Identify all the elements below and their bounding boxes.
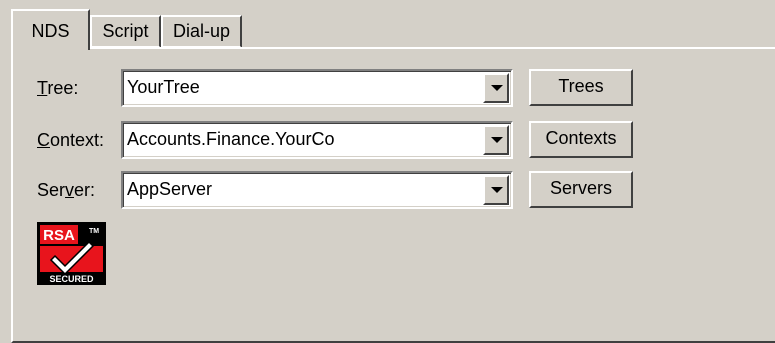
server-dropdown-button[interactable] [483,175,509,205]
context-label: Context: [37,130,105,150]
context-dropdown-button[interactable] [483,125,509,155]
tab-script-label: Script [102,21,149,41]
context-value: Accounts.Finance.YourCo [127,129,335,149]
logo-tm-text: TM [89,228,99,235]
servers-button[interactable]: Servers [529,171,633,208]
context-label-accelerator: C [37,130,50,150]
tab-nds[interactable]: NDS [11,9,90,50]
tab-script[interactable]: Script [90,15,161,48]
trees-button-label: Trees [558,76,604,96]
chevron-down-icon [491,137,503,143]
tree-label: Tree: [37,78,79,98]
tree-label-accelerator: T [37,78,48,98]
server-combobox[interactable]: AppServer [121,171,513,209]
chevron-down-icon [491,187,503,193]
server-label: Server: [37,180,96,200]
contexts-button-label: Contexts [545,128,617,148]
contexts-button[interactable]: Contexts [529,121,633,158]
servers-button-label: Servers [549,178,612,198]
tab-dial-up-label: Dial-up [172,21,231,41]
chevron-down-icon [491,85,503,91]
server-value: AppServer [127,179,213,199]
tree-combobox[interactable]: YourTree [121,69,513,107]
tab-nds-label: NDS [31,21,70,41]
trees-button[interactable]: Trees [529,69,633,106]
tab-dial-up[interactable]: Dial-up [161,15,242,48]
logo-caption-text: SECURED [49,274,94,284]
server-label-accelerator: v [65,180,75,200]
rsa-secured-logo: RSA TM SECURED [37,222,106,285]
nds-properties-dialog: NDS Script Dial-up Tree: YourTree Trees … [0,0,775,343]
context-combobox[interactable]: Accounts.Finance.YourCo [121,121,513,159]
logo-brand-text: RSA [43,227,75,244]
tree-dropdown-button[interactable] [483,73,509,103]
tree-value: YourTree [127,77,200,97]
